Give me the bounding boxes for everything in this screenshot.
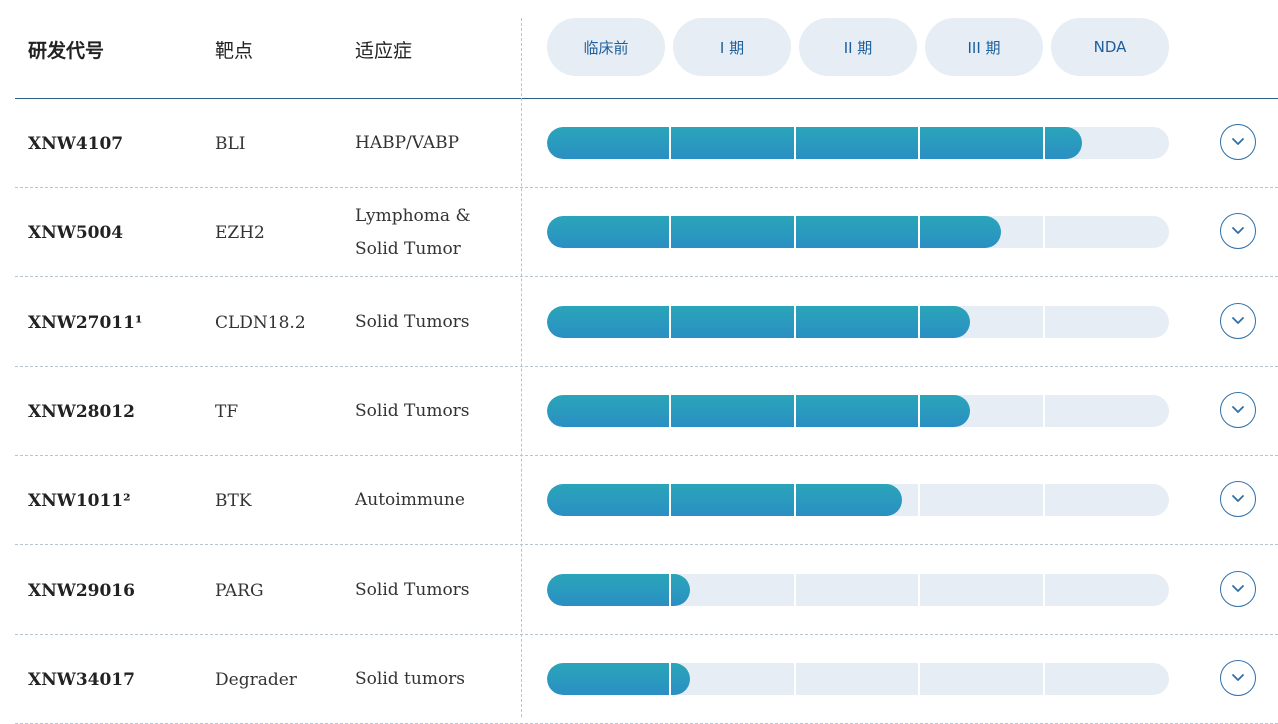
phase-separator bbox=[794, 127, 796, 159]
pipeline-row: XNW34017 Degrader Solid tumors bbox=[15, 635, 1278, 724]
row-code: XNW34017 bbox=[28, 669, 135, 690]
pipeline-row: XNW5004 EZH2 Lymphoma & Solid Tumor bbox=[15, 188, 1278, 277]
header-code: 研发代号 bbox=[28, 39, 105, 62]
chevron-down-icon bbox=[1232, 406, 1244, 413]
phase-separator bbox=[918, 663, 920, 695]
phase-separator bbox=[1043, 574, 1045, 606]
header-target: 靶点 bbox=[215, 39, 254, 62]
phase-separator bbox=[918, 574, 920, 606]
progress-fill bbox=[547, 306, 970, 338]
row-code: XNW1011² bbox=[28, 490, 131, 511]
expand-button[interactable] bbox=[1220, 124, 1256, 160]
pipeline-row: XNW27011¹ CLDN18.2 Solid Tumors bbox=[15, 278, 1278, 367]
row-target: EZH2 bbox=[215, 222, 265, 243]
chevron-down-icon bbox=[1232, 227, 1244, 234]
progress-fill bbox=[547, 395, 970, 427]
phase-separator bbox=[918, 306, 920, 338]
row-indication: Solid Tumors bbox=[355, 580, 470, 600]
pipeline-row: XNW1011² BTK Autoimmune bbox=[15, 456, 1278, 545]
phase-separator bbox=[794, 484, 796, 516]
phase-separator bbox=[918, 216, 920, 248]
phase-separator bbox=[1043, 395, 1045, 427]
row-code: XNW5004 bbox=[28, 222, 124, 243]
phase-separator bbox=[794, 663, 796, 695]
row-target: Degrader bbox=[215, 669, 297, 690]
row-indication: HABP/VABP bbox=[355, 133, 460, 153]
phase-1: I 期 bbox=[673, 18, 791, 76]
pipeline-row: XNW28012 TF Solid Tumors bbox=[15, 367, 1278, 456]
row-code: XNW29016 bbox=[28, 580, 135, 601]
row-indication: Solid tumors bbox=[355, 669, 466, 689]
header-indication: 适应症 bbox=[355, 39, 413, 62]
row-indication: Solid Tumors bbox=[355, 401, 470, 421]
row-target: BLI bbox=[215, 133, 246, 154]
phase-separator bbox=[794, 216, 796, 248]
phase-nda: NDA bbox=[1051, 18, 1169, 76]
phase-separator bbox=[669, 306, 671, 338]
phase-2: II 期 bbox=[799, 18, 917, 76]
chevron-down-icon bbox=[1232, 585, 1244, 592]
row-code: XNW4107 bbox=[28, 133, 124, 154]
row-target: TF bbox=[215, 401, 239, 422]
chevron-down-icon bbox=[1232, 674, 1244, 681]
pipeline-row: XNW29016 PARG Solid Tumors bbox=[15, 546, 1278, 635]
expand-button[interactable] bbox=[1220, 660, 1256, 696]
phase-separator bbox=[669, 395, 671, 427]
phase-separator bbox=[1043, 127, 1045, 159]
phase-separator bbox=[918, 127, 920, 159]
row-indication: Autoimmune bbox=[355, 490, 465, 510]
row-target: CLDN18.2 bbox=[215, 312, 306, 333]
phase-separator bbox=[1043, 484, 1045, 516]
phase-separator bbox=[918, 395, 920, 427]
expand-button[interactable] bbox=[1220, 481, 1256, 517]
row-code: XNW27011¹ bbox=[28, 312, 143, 333]
phase-separator bbox=[918, 484, 920, 516]
progress-track bbox=[547, 306, 1169, 338]
progress-track bbox=[547, 216, 1169, 248]
row-indication: Solid Tumors bbox=[355, 312, 470, 332]
phase-separator bbox=[669, 216, 671, 248]
phase-separator bbox=[1043, 663, 1045, 695]
progress-track bbox=[547, 484, 1169, 516]
progress-track bbox=[547, 574, 1169, 606]
phase-preclinical: 临床前 bbox=[547, 18, 665, 76]
chevron-down-icon bbox=[1232, 138, 1244, 145]
phase-separator bbox=[669, 484, 671, 516]
row-target: PARG bbox=[215, 580, 264, 601]
expand-button[interactable] bbox=[1220, 303, 1256, 339]
row-target: BTK bbox=[215, 490, 252, 511]
row-indication: Lymphoma & Solid Tumor bbox=[355, 205, 471, 259]
expand-button[interactable] bbox=[1220, 571, 1256, 607]
chevron-down-icon bbox=[1232, 317, 1244, 324]
progress-fill bbox=[547, 127, 1082, 159]
phase-separator bbox=[794, 574, 796, 606]
expand-button[interactable] bbox=[1220, 392, 1256, 428]
expand-button[interactable] bbox=[1220, 213, 1256, 249]
phase-separator bbox=[1043, 306, 1045, 338]
phase-separator bbox=[1043, 216, 1045, 248]
phase-separator bbox=[794, 306, 796, 338]
row-code: XNW28012 bbox=[28, 401, 135, 422]
progress-track bbox=[547, 395, 1169, 427]
phase-separator bbox=[794, 395, 796, 427]
phase-separator bbox=[669, 574, 671, 606]
progress-track bbox=[547, 127, 1169, 159]
chevron-down-icon bbox=[1232, 495, 1244, 502]
phase-separator bbox=[669, 663, 671, 695]
pipeline-header: 研发代号 靶点 适应症 临床前 I 期 II 期 III 期 NDA bbox=[15, 0, 1278, 99]
phase-separator bbox=[669, 127, 671, 159]
phase-3: III 期 bbox=[925, 18, 1043, 76]
pipeline-row: XNW4107 BLI HABP/VABP bbox=[15, 99, 1278, 188]
progress-fill bbox=[547, 484, 902, 516]
progress-fill bbox=[547, 216, 1002, 248]
progress-track bbox=[547, 663, 1169, 695]
